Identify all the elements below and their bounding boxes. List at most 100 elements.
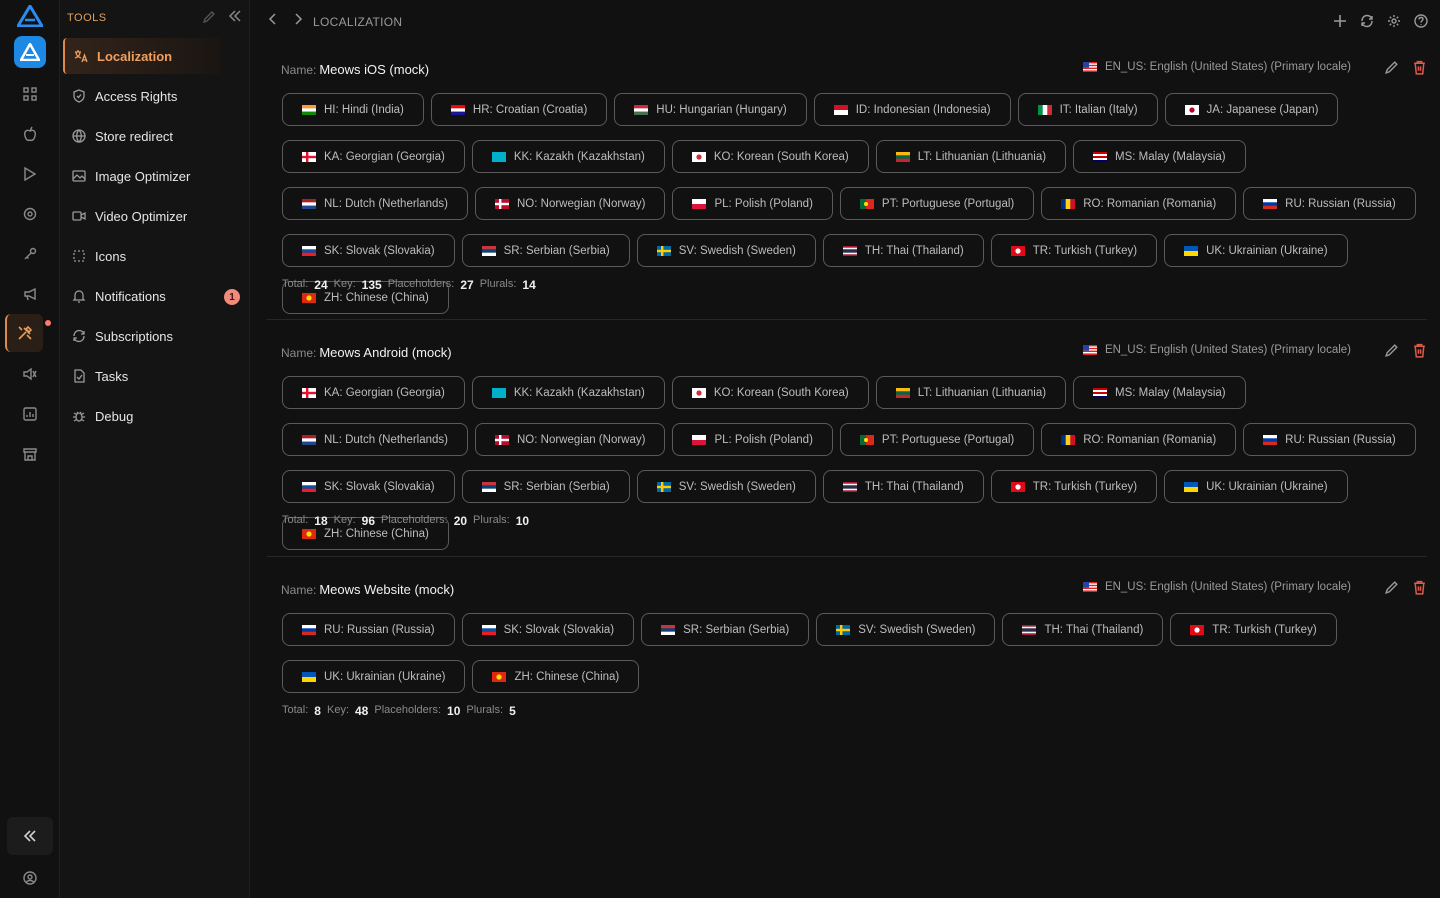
sidebar-item-video-optimizer[interactable]: Video Optimizer — [63, 198, 221, 234]
tools-icon[interactable] — [5, 314, 43, 352]
locale-chip[interactable]: NO: Norwegian (Norway) — [475, 423, 666, 456]
sidebar-item-label: Video Optimizer — [95, 208, 188, 224]
locale-chip[interactable]: PT: Portuguese (Portugal) — [839, 423, 1035, 456]
locale-chip[interactable]: SV: Swedish (Sweden) — [636, 470, 816, 503]
play-store-icon[interactable] — [20, 164, 40, 184]
locale-chip[interactable]: JA: Japanese (Japan) — [1164, 93, 1339, 126]
locale-chip[interactable]: KA: Georgian (Georgia) — [282, 140, 465, 173]
target-icon[interactable] — [20, 204, 40, 224]
edit-project-icon[interactable] — [1384, 60, 1399, 78]
locale-chip[interactable]: RU: Russian (Russia) — [1243, 423, 1416, 456]
account-icon[interactable] — [20, 868, 40, 888]
locale-chip[interactable]: TR: Turkish (Turkey) — [990, 234, 1158, 267]
locale-chip[interactable]: TH: Thai (Thailand) — [1002, 613, 1164, 646]
plurals-value: 14 — [522, 278, 536, 292]
edit-project-icon[interactable] — [1384, 580, 1399, 598]
locale-chip[interactable]: PL: Polish (Poland) — [672, 187, 833, 220]
locale-chip[interactable]: HR: Croatian (Croatia) — [430, 93, 608, 126]
locale-chip-label: KK: Kazakh (Kazakhstan) — [513, 150, 645, 163]
locale-chip[interactable]: NL: Dutch (Netherlands) — [282, 187, 468, 220]
analytics-icon[interactable] — [20, 404, 40, 424]
locale-chip[interactable]: TR: Turkish (Turkey) — [990, 470, 1158, 503]
edit-icon[interactable] — [202, 10, 216, 27]
plurals-value: 5 — [509, 704, 516, 718]
app-icon[interactable] — [14, 36, 46, 68]
edit-project-icon[interactable] — [1384, 343, 1399, 361]
locale-chip[interactable]: TH: Thai (Thailand) — [822, 470, 984, 503]
sidebar-item-store-redirect[interactable]: Store redirect — [63, 118, 221, 154]
megaphone-icon[interactable] — [20, 284, 40, 304]
sidebar-item-access-rights[interactable]: Access Rights — [63, 78, 221, 114]
locale-chip[interactable]: SK: Slovak (Slovakia) — [282, 234, 455, 267]
delete-project-icon[interactable] — [1412, 60, 1427, 78]
locale-chip[interactable]: ZH: Chinese (China) — [472, 660, 640, 693]
task-icon — [71, 368, 87, 384]
sync-icon[interactable] — [1358, 12, 1376, 30]
dashboard-icon[interactable] — [20, 84, 40, 104]
apple-icon[interactable] — [20, 124, 40, 144]
locale-chip[interactable]: KO: Korean (South Korea) — [671, 140, 869, 173]
plus-icon[interactable] — [1331, 12, 1349, 30]
sidebar-item-debug[interactable]: Debug — [63, 398, 221, 434]
delete-project-icon[interactable] — [1412, 343, 1427, 361]
locale-chip[interactable]: SV: Swedish (Sweden) — [816, 613, 996, 646]
sidebar-item-localization[interactable]: Localization — [63, 38, 221, 74]
locale-chip[interactable]: NL: Dutch (Netherlands) — [282, 423, 468, 456]
flag-id-icon — [833, 104, 848, 115]
sidebar-item-image-optimizer[interactable]: Image Optimizer — [63, 158, 221, 194]
locale-chip[interactable]: NO: Norwegian (Norway) — [475, 187, 666, 220]
locale-chip[interactable]: IT: Italian (Italy) — [1017, 93, 1158, 126]
locale-chip[interactable]: MS: Malay (Malaysia) — [1073, 376, 1246, 409]
locale-chip[interactable]: KA: Georgian (Georgia) — [282, 376, 465, 409]
locale-chip[interactable]: RU: Russian (Russia) — [282, 613, 455, 646]
locale-chip[interactable]: MS: Malay (Malaysia) — [1073, 140, 1246, 173]
locale-chip[interactable]: LT: Lithuanian (Lithuania) — [875, 140, 1067, 173]
collapse-rail-button[interactable] — [7, 817, 53, 855]
locale-chip[interactable]: SR: Serbian (Serbia) — [461, 470, 630, 503]
locale-chip[interactable]: SR: Serbian (Serbia) — [641, 613, 810, 646]
locale-chip[interactable]: UK: Ukrainian (Ukraine) — [1164, 234, 1348, 267]
sidebar-item-notifications[interactable]: Notifications — [63, 278, 221, 314]
locale-chip[interactable]: ID: Indonesian (Indonesia) — [813, 93, 1011, 126]
sidebar-item-label: Subscriptions — [95, 328, 174, 344]
project-stats: Total: 8 Key: 48 Placeholders: 10 Plurals: 5 — [282, 704, 516, 718]
locale-chip[interactable]: UK: Ukrainian (Ukraine) — [282, 660, 466, 693]
locale-chip[interactable]: SK: Slovak (Slovakia) — [282, 470, 455, 503]
locale-chip-label: RU: Russian (Russia) — [324, 623, 435, 636]
locale-chip[interactable]: SV: Swedish (Sweden) — [636, 234, 816, 267]
locale-chip-label: HU: Hungarian (Hungary) — [656, 103, 787, 116]
locale-chip[interactable]: TH: Thai (Thailand) — [822, 234, 984, 267]
delete-project-icon[interactable] — [1412, 580, 1427, 598]
locale-chip[interactable]: RU: Russian (Russia) — [1243, 187, 1416, 220]
locale-chip[interactable]: KO: Korean (South Korea) — [671, 376, 869, 409]
chevron-left-icon[interactable] — [267, 12, 279, 29]
sidebar-item-icons[interactable]: Icons — [63, 238, 221, 274]
store-icon[interactable] — [20, 444, 40, 464]
key-icon[interactable] — [20, 244, 40, 264]
collapse-sidebar-icon[interactable] — [228, 9, 242, 26]
flag-kz-icon — [491, 151, 506, 162]
locale-chip[interactable]: HI: Hindi (India) — [282, 93, 424, 126]
locale-chip[interactable]: PL: Polish (Poland) — [672, 423, 833, 456]
sidebar-item-tasks[interactable]: Tasks — [63, 358, 221, 394]
locale-chip[interactable]: KK: Kazakh (Kazakhstan) — [471, 140, 665, 173]
locale-chip[interactable]: SK: Slovak (Slovakia) — [461, 613, 635, 646]
help-icon[interactable] — [1412, 12, 1430, 30]
locale-chip[interactable]: RO: Romanian (Romania) — [1041, 187, 1237, 220]
locale-chip-label: SV: Swedish (Sweden) — [678, 480, 796, 493]
locale-chip[interactable]: UK: Ukrainian (Ukraine) — [1164, 470, 1348, 503]
locale-chip[interactable]: LT: Lithuanian (Lithuania) — [875, 376, 1067, 409]
flag-cn-icon — [492, 671, 507, 682]
settings-icon[interactable] — [1385, 12, 1403, 30]
sound-icon[interactable] — [20, 364, 40, 384]
locale-chip[interactable]: SR: Serbian (Serbia) — [461, 234, 630, 267]
sidebar-item-subscriptions[interactable]: Subscriptions — [63, 318, 221, 354]
locale-chip[interactable]: KK: Kazakh (Kazakhstan) — [471, 376, 665, 409]
locale-chip[interactable]: TR: Turkish (Turkey) — [1170, 613, 1337, 646]
sidebar-item-label: Store redirect — [95, 128, 174, 144]
locale-chip[interactable]: RO: Romanian (Romania) — [1041, 423, 1237, 456]
locale-chip[interactable]: HU: Hungarian (Hungary) — [614, 93, 807, 126]
chevron-right-icon[interactable] — [292, 12, 304, 29]
flag-tr-icon — [1190, 624, 1205, 635]
locale-chip[interactable]: PT: Portuguese (Portugal) — [839, 187, 1035, 220]
